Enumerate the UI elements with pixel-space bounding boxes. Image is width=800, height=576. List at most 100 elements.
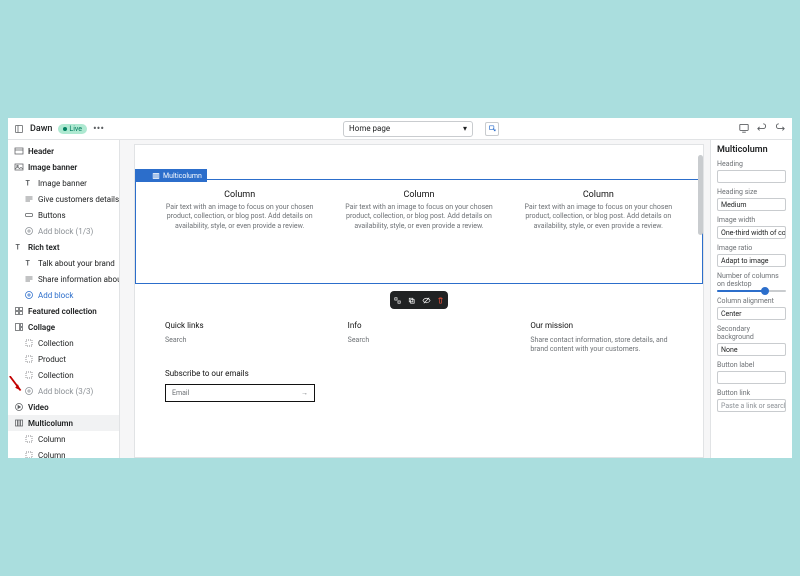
sidebar-featured[interactable]: Featured collection [8, 303, 119, 319]
sidebar-video[interactable]: Video [8, 399, 119, 415]
chevron-down-icon: ▾ [463, 124, 467, 133]
sidebar-toggle-icon[interactable] [14, 124, 24, 134]
add-block[interactable]: Add block (1/3) [8, 223, 119, 239]
heading-label: Heading [717, 160, 786, 168]
rich-text-icon: T [14, 242, 24, 252]
live-badge: Live [58, 124, 87, 134]
sidebar-item[interactable]: Column [8, 447, 119, 458]
viewport-inspector-icon[interactable] [485, 122, 499, 136]
preview-frame: Multicolumn ColumnPair text with an imag… [134, 144, 704, 458]
subscribe-title: Subscribe to our emails [165, 369, 315, 378]
theme-name: Dawn [30, 124, 52, 134]
subscribe-section: Subscribe to our emails Email → [165, 369, 315, 402]
settings-title: Multicolumn [717, 145, 786, 155]
image-ratio-select[interactable]: Adapt to image [717, 254, 786, 267]
undo-icon[interactable] [756, 122, 768, 136]
sidebar-item[interactable]: Collection [8, 335, 119, 351]
top-bar: Dawn Live ••• Home page ▾ [8, 118, 792, 140]
background-label: Secondary background [717, 325, 786, 341]
collage-icon [14, 322, 24, 332]
lines-icon [24, 194, 34, 204]
settings-icon[interactable] [393, 296, 402, 305]
settings-panel: Multicolumn Heading Heading size Medium … [710, 140, 792, 458]
preview-canvas: Multicolumn ColumnPair text with an imag… [120, 140, 710, 458]
section-sidebar: Header Image banner TImage banner Give c… [8, 140, 120, 458]
button-link-label: Button link [717, 389, 786, 397]
footer-link[interactable]: Search [165, 336, 308, 344]
columns-label: Number of columns on desktop [717, 272, 786, 288]
arrow-right-icon[interactable]: → [301, 389, 308, 397]
sidebar-item[interactable]: Column [8, 431, 119, 447]
column-2: ColumnPair text with an image to focus o… [335, 190, 502, 273]
column-3: ColumnPair text with an image to focus o… [515, 190, 682, 273]
page-selector[interactable]: Home page ▾ [343, 121, 473, 137]
svg-text:T: T [26, 260, 31, 268]
svg-text:T: T [26, 180, 31, 188]
hide-icon[interactable] [422, 296, 431, 305]
image-width-select[interactable]: One-third width of column [717, 226, 786, 239]
sidebar-image-banner[interactable]: Image banner [8, 159, 119, 175]
email-input[interactable]: Email → [165, 384, 315, 402]
svg-text:T: T [16, 244, 21, 252]
sidebar-item[interactable]: Share information about your... [8, 271, 119, 287]
plus-circle-icon [24, 290, 34, 300]
sidebar-item[interactable]: TImage banner [8, 175, 119, 191]
add-block[interactable]: Add block (3/3) [8, 383, 119, 399]
footer-mission-title: Our mission [530, 321, 673, 330]
sidebar-item[interactable]: Give customers details about ... [8, 191, 119, 207]
heading-input[interactable] [717, 170, 786, 183]
collection-icon [24, 434, 34, 444]
sidebar-item[interactable]: TTalk about your brand [8, 255, 119, 271]
plus-circle-icon [24, 226, 34, 236]
sidebar-item[interactable]: Collection [8, 367, 119, 383]
section-toolbar [390, 291, 448, 309]
button-icon [24, 210, 34, 220]
collection-icon [24, 338, 34, 348]
footer-link[interactable]: Search [348, 336, 491, 344]
multicolumn-section[interactable]: ColumnPair text with an image to focus o… [135, 179, 703, 284]
button-label-label: Button label [717, 361, 786, 369]
lines-icon [24, 274, 34, 284]
more-menu[interactable]: ••• [93, 122, 104, 135]
column-1: ColumnPair text with an image to focus o… [156, 190, 323, 273]
footer-mission-text: Share contact information, store details… [530, 336, 673, 355]
header-icon [14, 146, 24, 156]
alignment-select[interactable]: Center [717, 307, 786, 320]
footer-quick-links-title: Quick links [165, 321, 308, 330]
image-banner-icon [14, 162, 24, 172]
text-icon: T [24, 178, 34, 188]
featured-icon [14, 306, 24, 316]
sidebar-rich-text[interactable]: TRich text [8, 239, 119, 255]
text-icon: T [24, 258, 34, 268]
background-select[interactable]: None [717, 343, 786, 356]
footer-info-title: Info [348, 321, 491, 330]
redo-icon[interactable] [774, 122, 786, 136]
plus-circle-icon [24, 386, 34, 396]
selection-label: Multicolumn [135, 169, 207, 182]
columns-slider[interactable] [717, 290, 786, 292]
collection-icon [24, 354, 34, 364]
sidebar-collage[interactable]: Collage [8, 319, 119, 335]
collection-icon [24, 450, 34, 458]
footer-section: Quick links Search Info Search Our mission… [135, 315, 703, 361]
sidebar-item[interactable]: Buttons [8, 207, 119, 223]
duplicate-icon[interactable] [407, 296, 416, 305]
image-width-label: Image width [717, 216, 786, 224]
collection-icon [24, 370, 34, 380]
device-preview-icon[interactable] [738, 122, 750, 136]
sidebar-header[interactable]: Header [8, 143, 119, 159]
heading-size-label: Heading size [717, 188, 786, 196]
sidebar-item[interactable]: Product [8, 351, 119, 367]
sidebar-multicolumn[interactable]: Multicolumn [8, 415, 119, 431]
image-ratio-label: Image ratio [717, 244, 786, 252]
preview-scrollbar[interactable] [697, 145, 703, 457]
delete-icon[interactable] [436, 296, 445, 305]
add-block[interactable]: Add block [8, 287, 119, 303]
multicolumn-icon [14, 418, 24, 428]
button-link-input[interactable]: Paste a link or search [717, 399, 786, 412]
alignment-label: Column alignment [717, 297, 786, 305]
video-icon [14, 402, 24, 412]
heading-size-select[interactable]: Medium [717, 198, 786, 211]
page-selector-label: Home page [349, 124, 390, 133]
button-label-input[interactable] [717, 371, 786, 384]
